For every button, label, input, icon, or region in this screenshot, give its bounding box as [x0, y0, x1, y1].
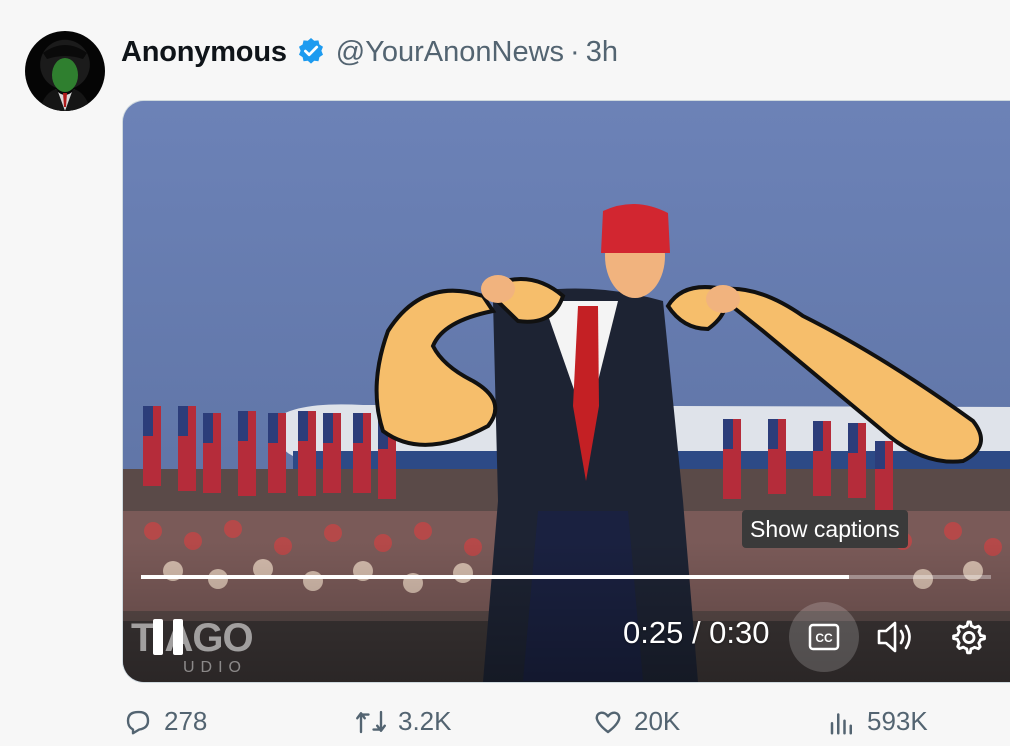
reply-button[interactable]: 278	[122, 706, 207, 737]
views-count: 593K	[867, 706, 928, 736]
reply-count: 278	[164, 706, 208, 736]
time-readout: 0:25 / 0:30	[623, 615, 770, 650]
like-button[interactable]: 20K	[592, 706, 680, 737]
settings-gear-icon	[952, 620, 986, 655]
svg-text:CC: CC	[815, 631, 833, 645]
captions-icon: CC	[808, 623, 840, 651]
avatar[interactable]	[25, 31, 105, 111]
post-header: Anonymous @YourAnonNews · 3h	[121, 30, 618, 74]
views-chart-icon	[830, 712, 852, 734]
post-actions: 278 3.2K 20K 593K	[122, 706, 1002, 746]
repost-icon	[356, 710, 386, 733]
heart-icon	[595, 710, 621, 733]
author-handle[interactable]: @YourAnonNews	[336, 36, 564, 69]
views-button[interactable]: 593K	[827, 706, 928, 737]
post-timestamp[interactable]: 3h	[586, 36, 618, 69]
settings-button[interactable]	[949, 618, 987, 656]
progress-bar[interactable]	[141, 575, 991, 579]
reply-icon	[126, 710, 150, 734]
repost-button[interactable]: 3.2K	[354, 706, 452, 737]
watermark-subtext: UDIO	[183, 659, 247, 676]
author-name[interactable]: Anonymous	[121, 36, 287, 69]
video-player[interactable]: TIAGO UDIO Show captions 0:25 / 0:30 CC	[122, 100, 1010, 683]
progress-fill	[141, 575, 850, 579]
verified-badge-icon	[295, 36, 327, 68]
separator-dot: ·	[570, 35, 580, 68]
pause-button[interactable]	[153, 619, 187, 657]
volume-button[interactable]	[875, 618, 915, 656]
controls-gradient	[123, 541, 1010, 682]
captions-tooltip: Show captions	[742, 510, 908, 548]
like-count: 20K	[634, 706, 681, 736]
pause-icon-bar	[173, 619, 183, 655]
volume-icon	[877, 621, 911, 653]
repost-count: 3.2K	[398, 706, 452, 736]
watermark-logo: TIAGO	[131, 616, 254, 660]
pause-icon	[153, 619, 163, 655]
captions-button[interactable]: CC	[789, 602, 859, 672]
tweet: Anonymous @YourAnonNews · 3h TIAGO UDIO …	[0, 0, 1010, 736]
